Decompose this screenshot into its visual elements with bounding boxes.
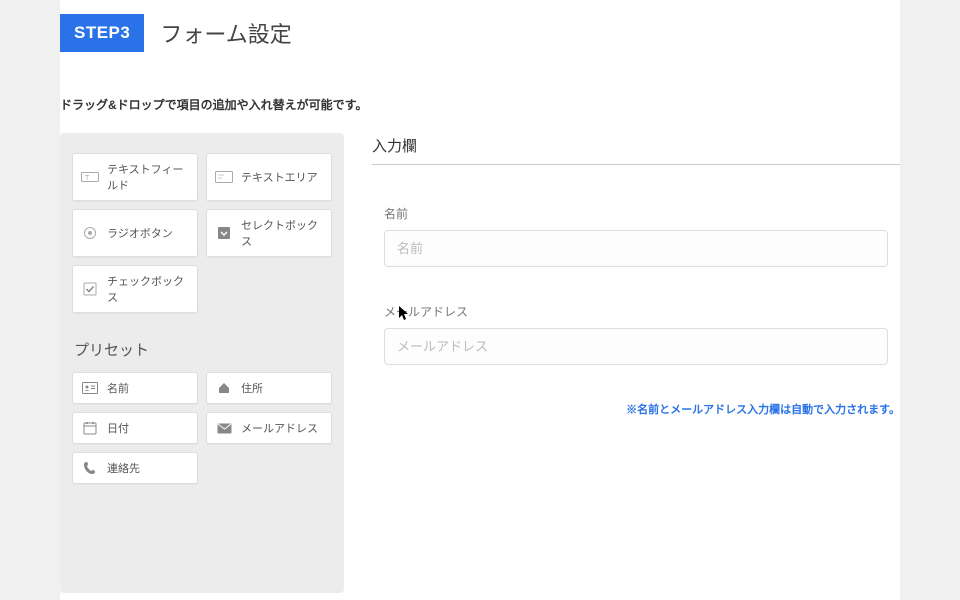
radio-icon <box>81 225 99 241</box>
preset-item-label: 連絡先 <box>107 460 140 476</box>
mail-icon <box>215 420 233 436</box>
name-card-icon <box>81 380 99 396</box>
palette-item-label: ラジオボタン <box>107 225 173 241</box>
preset-item-label: 住所 <box>241 380 263 396</box>
preset-item-phone[interactable]: 連絡先 <box>72 452 198 484</box>
calendar-icon <box>81 420 99 436</box>
preset-item-address[interactable]: 住所 <box>206 372 332 404</box>
preset-item-label: メールアドレス <box>241 420 318 436</box>
field-label-name: 名前 <box>384 205 888 222</box>
instructions-text: ドラッグ&ドロップで項目の追加や入れ替えが可能です。 <box>60 96 900 113</box>
preset-item-label: 日付 <box>107 420 129 436</box>
preset-section-title: プリセット <box>74 339 332 360</box>
form-section-title: 入力欄 <box>372 135 900 165</box>
palette-item-textarea[interactable]: テキストエリア <box>206 153 332 201</box>
auto-fill-note: ※名前とメールアドレス入力欄は自動で入力されます。 <box>372 401 900 417</box>
palette-item-select[interactable]: セレクトボックス <box>206 209 332 257</box>
palette-item-checkbox[interactable]: チェックボックス <box>72 265 198 313</box>
palette-item-radio[interactable]: ラジオボタン <box>72 209 198 257</box>
textarea-icon <box>215 169 233 185</box>
field-label-email: メールアドレス <box>384 303 888 320</box>
select-icon <box>215 225 233 241</box>
form-panel: 入力欄 名前 メールアドレス ※名前とメールアドレス入力欄は自動で入力されます。 <box>372 133 900 593</box>
step-badge: STEP3 <box>60 14 144 52</box>
checkbox-icon <box>81 281 99 297</box>
preset-item-label: 名前 <box>107 380 129 396</box>
palette-item-textfield[interactable]: T テキストフィールド <box>72 153 198 201</box>
page-title: フォーム設定 <box>160 17 291 49</box>
preset-item-email[interactable]: メールアドレス <box>206 412 332 444</box>
palette-item-label: テキストフィールド <box>107 161 189 193</box>
palette-item-label: セレクトボックス <box>241 217 323 249</box>
home-icon <box>215 380 233 396</box>
palette-item-label: テキストエリア <box>241 169 318 185</box>
palette-item-label: チェックボックス <box>107 273 189 305</box>
svg-text:T: T <box>85 175 90 182</box>
email-input[interactable] <box>384 328 888 365</box>
preset-item-date[interactable]: 日付 <box>72 412 198 444</box>
preset-item-name[interactable]: 名前 <box>72 372 198 404</box>
name-input[interactable] <box>384 230 888 267</box>
palette-panel: T テキストフィールド テキストエリア ラジオボタ <box>60 133 344 593</box>
phone-icon <box>81 460 99 476</box>
textfield-icon: T <box>81 169 99 185</box>
